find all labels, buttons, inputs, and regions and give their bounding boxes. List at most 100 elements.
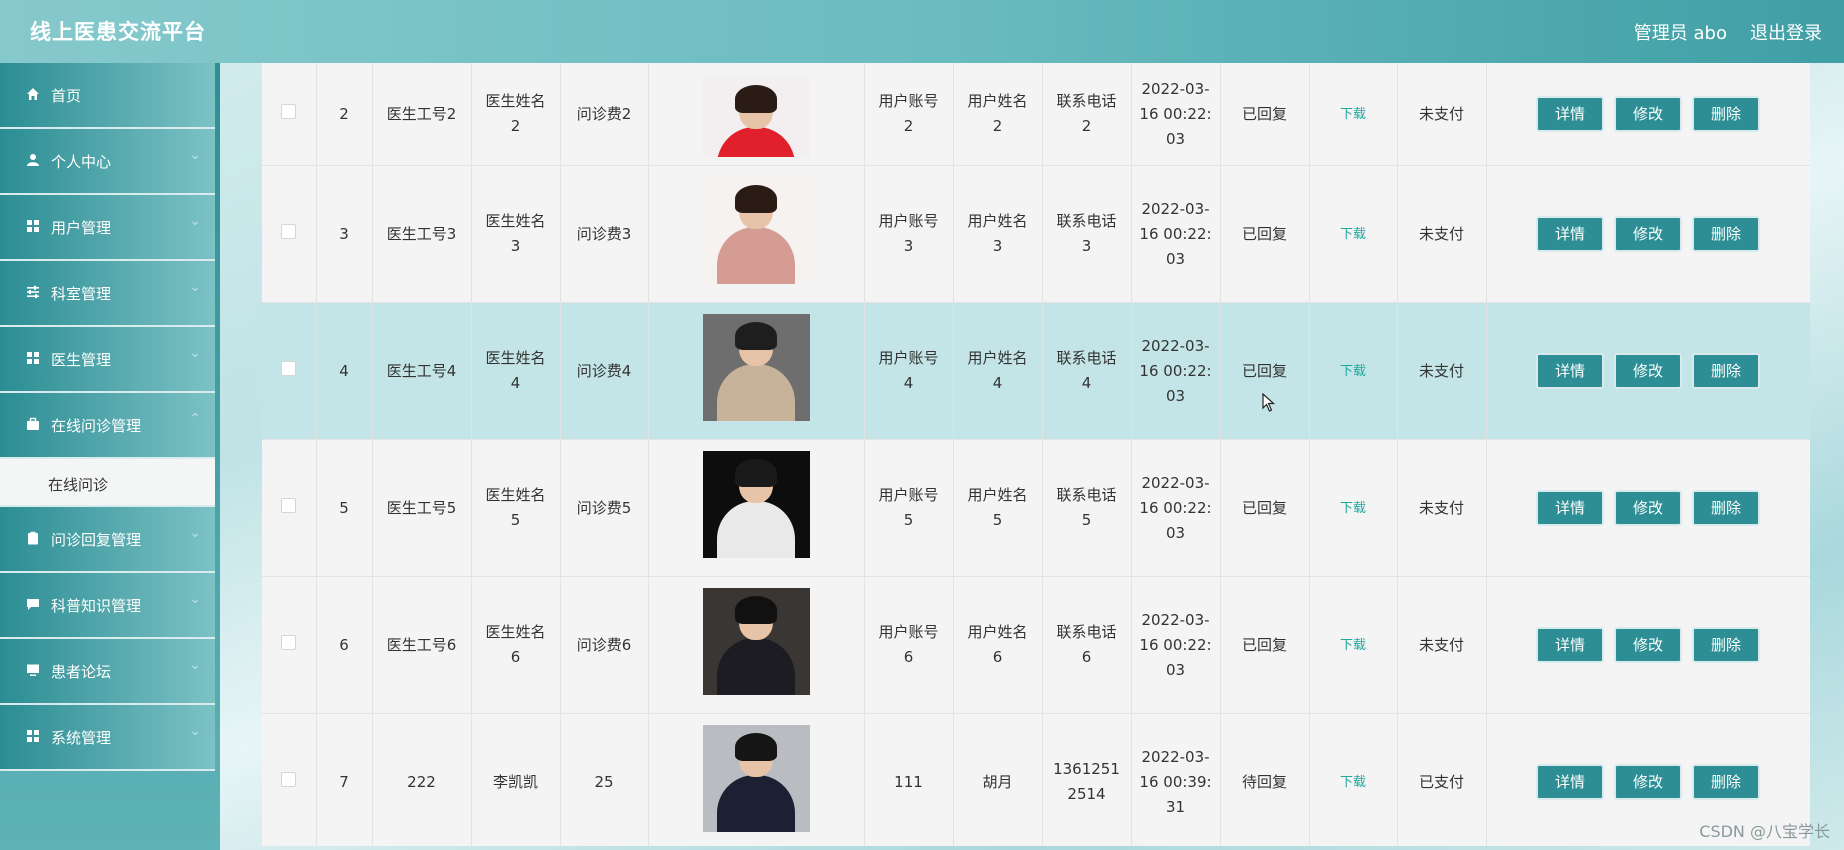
sidebar-item-knowledge[interactable]: 科普知识管理 ⌄: [0, 573, 215, 639]
cell-text: 16 00:22:: [1139, 104, 1212, 123]
sidebar-item-profile[interactable]: 个人中心 ⌄: [0, 129, 215, 195]
reply-status-cell: 已回复: [1220, 165, 1310, 303]
download-link[interactable]: 下载: [1340, 227, 1366, 242]
delete-button[interactable]: 删除: [1692, 627, 1760, 663]
cell-text: 2022-03-: [1141, 747, 1210, 766]
cell-text: 3: [1081, 237, 1092, 255]
photo-cell: [648, 713, 865, 846]
pay-status-cell: 未支付: [1397, 302, 1487, 440]
cell-text: 2022-03-: [1141, 199, 1210, 218]
download-link[interactable]: 下载: [1340, 364, 1366, 379]
reply-status-cell: 待回复: [1220, 713, 1310, 846]
sidebar-item-system[interactable]: 系统管理 ⌄: [0, 705, 215, 771]
doctor-id-cell: 医生工号2: [372, 63, 472, 166]
doctor-name-cell: 医生姓名 4: [471, 302, 561, 440]
doctor-photo[interactable]: [702, 313, 810, 421]
monitor-icon: [27, 664, 39, 676]
edit-button[interactable]: 修改: [1614, 353, 1682, 389]
cell-text: 6: [903, 648, 914, 666]
edit-button[interactable]: 修改: [1614, 490, 1682, 526]
delete-button[interactable]: 删除: [1692, 96, 1760, 132]
sidebar-item-label: 首页: [51, 87, 82, 105]
logout-link[interactable]: 退出登录: [1750, 19, 1822, 45]
pay-status-cell: 已支付: [1397, 713, 1487, 846]
actions-cell: 详情 修改 删除: [1486, 63, 1810, 166]
doctor-photo[interactable]: [702, 77, 810, 157]
edit-button[interactable]: 修改: [1614, 216, 1682, 252]
doctor-photo[interactable]: [702, 176, 810, 284]
doctor-photo[interactable]: [702, 587, 810, 695]
chevron-down-icon: ⌄: [189, 147, 201, 163]
cell-text: 联系电话: [1056, 623, 1117, 641]
doctor-photo[interactable]: [702, 724, 810, 832]
cell-text: 用户账号: [878, 349, 939, 367]
table-row: 5 医生工号5 医生姓名 5 问诊费5 用户账号 5 用户姓名 5 联系电话 5 2022-03- 16…: [262, 439, 1810, 577]
sidebar-item-consultation[interactable]: 在线问诊管理 ⌃: [0, 393, 215, 459]
download-cell: 下载: [1309, 713, 1398, 846]
sidebar-item-doctors[interactable]: 医生管理 ⌄: [0, 327, 215, 393]
select-cell: [262, 713, 317, 846]
detail-button[interactable]: 详情: [1536, 96, 1604, 132]
edit-button[interactable]: 修改: [1614, 96, 1682, 132]
account-cell: 用户账号 4: [864, 302, 954, 440]
sidebar-item-departments[interactable]: 科室管理 ⌄: [0, 261, 215, 327]
doctor-photo[interactable]: [702, 450, 810, 558]
sidebar-item-reply[interactable]: 问诊回复管理 ⌄: [0, 507, 215, 573]
sidebar-item-users[interactable]: 用户管理 ⌄: [0, 195, 215, 261]
download-cell: 下载: [1309, 576, 1398, 714]
sidebar-item-home[interactable]: 首页: [0, 63, 215, 129]
sidebar-item-forum[interactable]: 患者论坛 ⌄: [0, 639, 215, 705]
row-checkbox[interactable]: [281, 103, 297, 119]
detail-button[interactable]: 详情: [1536, 353, 1604, 389]
doctor-id-cell: 医生工号6: [372, 576, 472, 714]
actions-cell: 详情 修改 删除: [1486, 439, 1810, 577]
delete-button[interactable]: 删除: [1692, 490, 1760, 526]
download-link[interactable]: 下载: [1340, 775, 1366, 790]
phone-cell: 联系电话 3: [1042, 165, 1132, 303]
account-cell: 用户账号 3: [864, 165, 954, 303]
cell-text: 2: [510, 117, 521, 135]
current-user: 管理员 abo: [1633, 23, 1727, 44]
phone-cell: 联系电话 6: [1042, 576, 1132, 714]
download-link[interactable]: 下载: [1340, 107, 1366, 122]
delete-button[interactable]: 删除: [1692, 353, 1760, 389]
delete-button[interactable]: 删除: [1692, 216, 1760, 252]
cell-text: 5: [903, 511, 914, 529]
detail-button[interactable]: 详情: [1536, 764, 1604, 800]
row-checkbox[interactable]: [281, 634, 297, 650]
sidebar-subitem-online-consultation[interactable]: 在线问诊: [0, 459, 215, 507]
phone-cell: 1361251 2514: [1042, 713, 1132, 846]
index-cell: 2: [316, 63, 373, 166]
cell-text: 4: [903, 374, 914, 392]
home-icon: [27, 88, 39, 100]
cell-text: 用户账号: [878, 623, 939, 641]
username-cell: 用户姓名 4: [953, 302, 1043, 440]
row-checkbox[interactable]: [281, 223, 297, 239]
time-cell: 2022-03- 16 00:39: 31: [1131, 713, 1221, 846]
download-link[interactable]: 下载: [1340, 638, 1366, 653]
grid-icon: [27, 220, 39, 232]
photo-cell: [648, 165, 865, 303]
download-cell: 下载: [1309, 63, 1398, 166]
edit-button[interactable]: 修改: [1614, 627, 1682, 663]
detail-button[interactable]: 详情: [1536, 490, 1604, 526]
detail-button[interactable]: 详情: [1536, 627, 1604, 663]
detail-button[interactable]: 详情: [1536, 216, 1604, 252]
row-checkbox[interactable]: [281, 360, 297, 376]
index-cell: 4: [316, 302, 373, 440]
briefcase-icon: [27, 417, 39, 430]
chevron-down-icon: ⌄: [189, 591, 201, 607]
cell-text: 联系电话: [1056, 212, 1117, 230]
reply-status-cell: 已回复: [1220, 576, 1310, 714]
cell-text: 6: [992, 648, 1003, 666]
username-cell: 用户姓名 5: [953, 439, 1043, 577]
edit-button[interactable]: 修改: [1614, 764, 1682, 800]
doctor-id-cell: 医生工号4: [372, 302, 472, 440]
cell-text: 03: [1165, 523, 1186, 542]
delete-button[interactable]: 删除: [1692, 764, 1760, 800]
download-link[interactable]: 下载: [1340, 501, 1366, 516]
phone-cell: 联系电话 4: [1042, 302, 1132, 440]
row-checkbox[interactable]: [281, 497, 297, 513]
select-cell: [262, 576, 317, 714]
row-checkbox[interactable]: [281, 771, 297, 787]
